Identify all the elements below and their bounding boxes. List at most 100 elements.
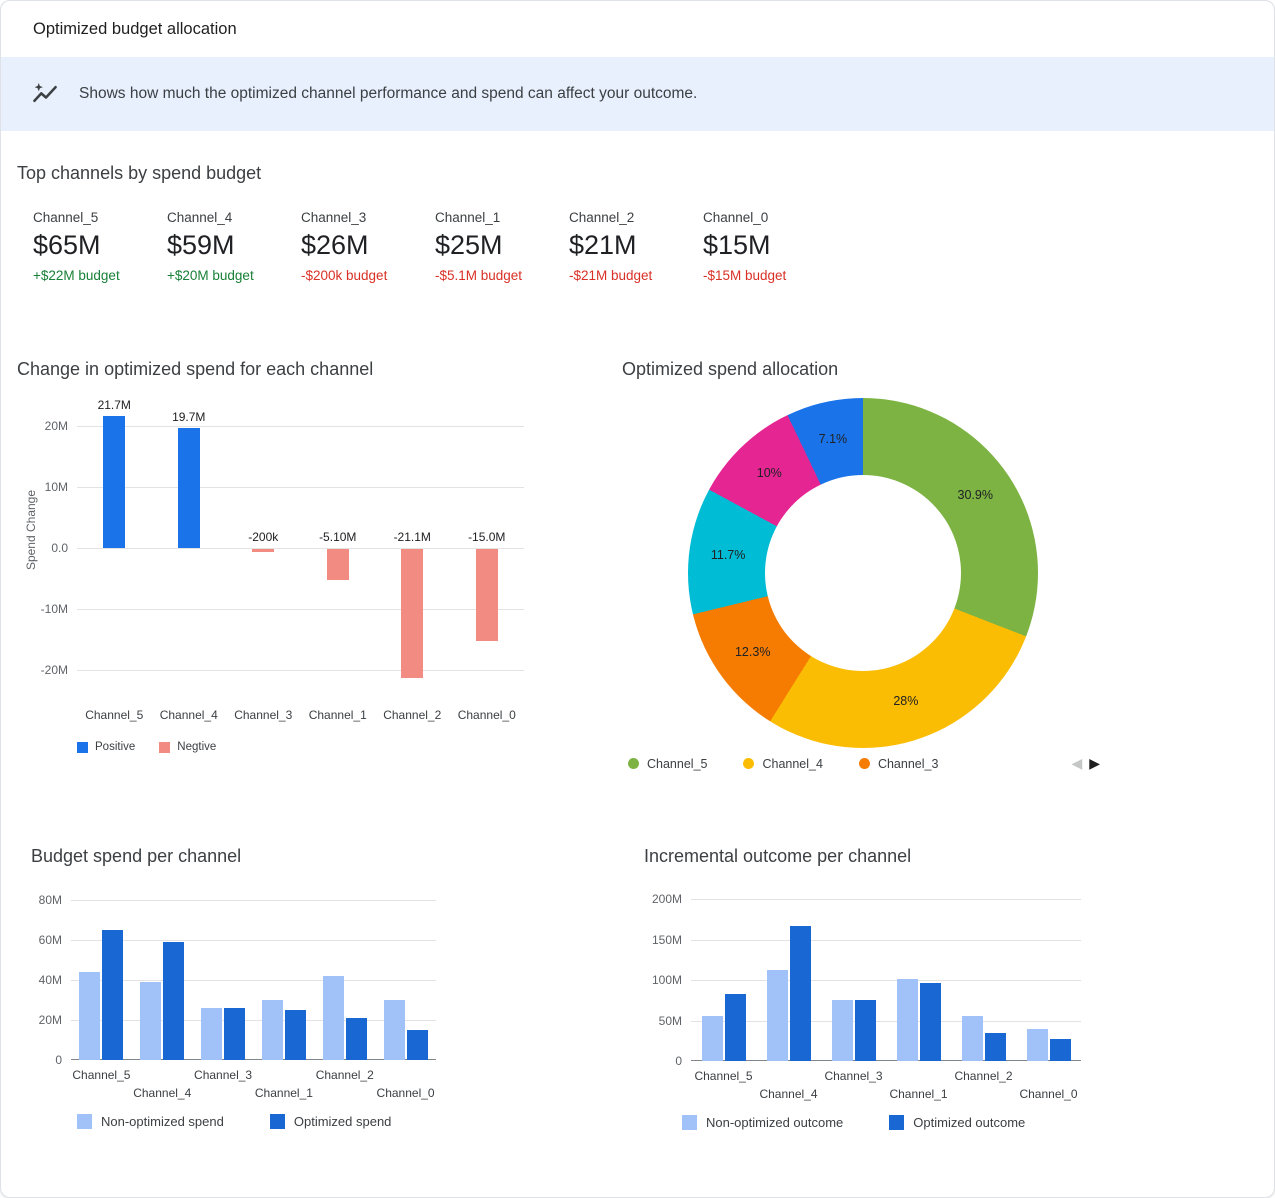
x-tick-label: Channel_4 [122, 1086, 202, 1100]
top-channels-section: Top channels by spend budget Channel_5$6… [1, 131, 1274, 283]
gridline [71, 900, 436, 901]
gridline [691, 899, 1081, 900]
page-title: Optimized budget allocation [33, 20, 237, 39]
channel-name: Channel_4 [167, 210, 301, 225]
legend-pager: ◀ ▶ [1071, 755, 1100, 772]
gridline [77, 487, 524, 488]
channel-budget-delta: -$5.1M budget [435, 268, 569, 283]
gridline [691, 1021, 1081, 1022]
donut-legend: Channel_5 Channel_4 Channel_3 [628, 757, 938, 771]
legend-item: Non-optimized spend [77, 1114, 224, 1129]
y-tick-label: 0 [631, 1054, 682, 1068]
bar-channel_5-non-optimized [702, 1016, 723, 1061]
chart-incremental-outcome: Incremental outcome per channel 0 50M 100M… [631, 846, 1111, 1176]
legend-label: Negtive [177, 741, 216, 753]
gridline [691, 1060, 1081, 1061]
gridline [71, 1059, 436, 1060]
channel-value: $15M [703, 230, 837, 261]
legend-label: Non-optimized outcome [706, 1115, 843, 1130]
legend-label: Optimized spend [294, 1114, 392, 1129]
legend-next-button[interactable]: ▶ [1089, 755, 1100, 772]
legend-item: Channel_5 [628, 757, 707, 771]
legend-dot [859, 758, 870, 769]
x-tick-label: Channel_3 [226, 708, 300, 722]
channel-card: Channel_0 $15M -$15M budget [703, 210, 837, 283]
channel-value: $59M [167, 230, 301, 261]
legend-item: Channel_4 [743, 757, 822, 771]
bar-channel_2-non-optimized [962, 1016, 983, 1061]
y-tick-label: 100M [631, 973, 682, 987]
chart-title-incremental-outcome: Incremental outcome per channel [631, 846, 1111, 867]
y-tick-label: 40M [17, 973, 62, 987]
gridline [691, 980, 1081, 981]
gridline [71, 1020, 436, 1021]
channel-card: Channel_5$65M+$22M budget [33, 210, 167, 283]
donut-slice-label: 11.7% [696, 548, 760, 562]
bar-value-label: -15.0M [450, 530, 524, 544]
x-tick-label: Channel_5 [684, 1069, 764, 1083]
bar-value-label: -21.1M [375, 530, 449, 544]
legend-swatch [889, 1115, 904, 1130]
channel-budget-delta: -$200k budget [301, 268, 435, 283]
channel-card: Channel_4$59M+$20M budget [167, 210, 301, 283]
channel-budget-delta: -$21M budget [569, 268, 703, 283]
bar-channel_3-optimized [855, 1000, 876, 1061]
bar-value-label: -5.10M [301, 530, 375, 544]
legend-prev-button[interactable]: ◀ [1071, 755, 1082, 772]
bar-channel_0-optimized [407, 1030, 428, 1060]
chart-title-budget-spend: Budget spend per channel [17, 846, 557, 867]
legend-item: Non-optimized outcome [682, 1115, 843, 1130]
spend-change-plot: 21.7M19.7M-200k-5.10M-21.1M-15.0M [77, 395, 524, 701]
gridline [77, 609, 524, 610]
channel-value: $25M [435, 230, 569, 261]
legend-swatch [77, 742, 88, 753]
legend-label: Channel_5 [647, 757, 707, 771]
x-tick-label: Channel_0 [1009, 1087, 1089, 1101]
y-tick-label: 50M [631, 1014, 682, 1028]
chart-budget-spend: Budget spend per channel 020M40M60M80MCh… [17, 846, 557, 1176]
y-tick-label: 0.0 [17, 541, 68, 555]
channel-card: Channel_3$26M-$200k budget [301, 210, 435, 283]
legend-label: Channel_3 [878, 757, 938, 771]
channel-name: Channel_0 [703, 210, 837, 225]
donut-slice-label: 28% [874, 694, 938, 708]
legend-label: Optimized outcome [913, 1115, 1025, 1130]
bar-channel_2 [401, 549, 423, 678]
section-title-top-channels: Top channels by spend budget [17, 163, 1258, 184]
info-banner: Shows how much the optimized channel per… [1, 57, 1274, 131]
x-tick-label: Channel_1 [301, 708, 375, 722]
gridline [77, 670, 524, 671]
x-tick-label: Channel_2 [305, 1068, 385, 1082]
bar-channel_1-non-optimized [897, 979, 918, 1061]
y-tick-label: 20M [17, 1013, 62, 1027]
legend-swatch [159, 742, 170, 753]
channel-card: Channel_1$25M-$5.1M budget [435, 210, 569, 283]
donut-slice-label: 12.3% [721, 645, 785, 659]
bar-channel_3 [252, 549, 274, 552]
x-tick-label: Channel_1 [244, 1086, 324, 1100]
legend-swatch [270, 1114, 285, 1129]
donut-legend-row: Channel_5 Channel_4 Channel_3 ◀ ▶ [628, 755, 1100, 772]
bar-value-label: 19.7M [152, 410, 226, 424]
y-axis-title-spend-change: Spend Change [24, 480, 38, 580]
bar-channel_4-optimized [790, 926, 811, 1061]
bar-channel_4-non-optimized [140, 982, 161, 1060]
bar-channel_1-non-optimized [262, 1000, 283, 1060]
y-tick-label: -20M [17, 663, 68, 677]
x-tick-label: Channel_2 [944, 1069, 1024, 1083]
y-tick-label: 80M [17, 893, 62, 907]
legend-item: Channel_3 [859, 757, 938, 771]
channel-budget-delta: -$15M budget [703, 268, 837, 283]
channel-name: Channel_5 [33, 210, 167, 225]
chart-legend: PositiveNegtive [77, 741, 216, 753]
gridline [71, 980, 436, 981]
bar-channel_1 [327, 549, 349, 580]
insights-icon [29, 78, 61, 110]
bar-channel_5-optimized [725, 994, 746, 1061]
legend-item: Optimized spend [270, 1114, 392, 1129]
gridline [77, 548, 524, 549]
legend-label: Non-optimized spend [101, 1114, 224, 1129]
bar-channel_4 [178, 428, 200, 548]
channel-value: $21M [569, 230, 703, 261]
chart-legend: Non-optimized outcome Optimized outcome [682, 1115, 1025, 1130]
